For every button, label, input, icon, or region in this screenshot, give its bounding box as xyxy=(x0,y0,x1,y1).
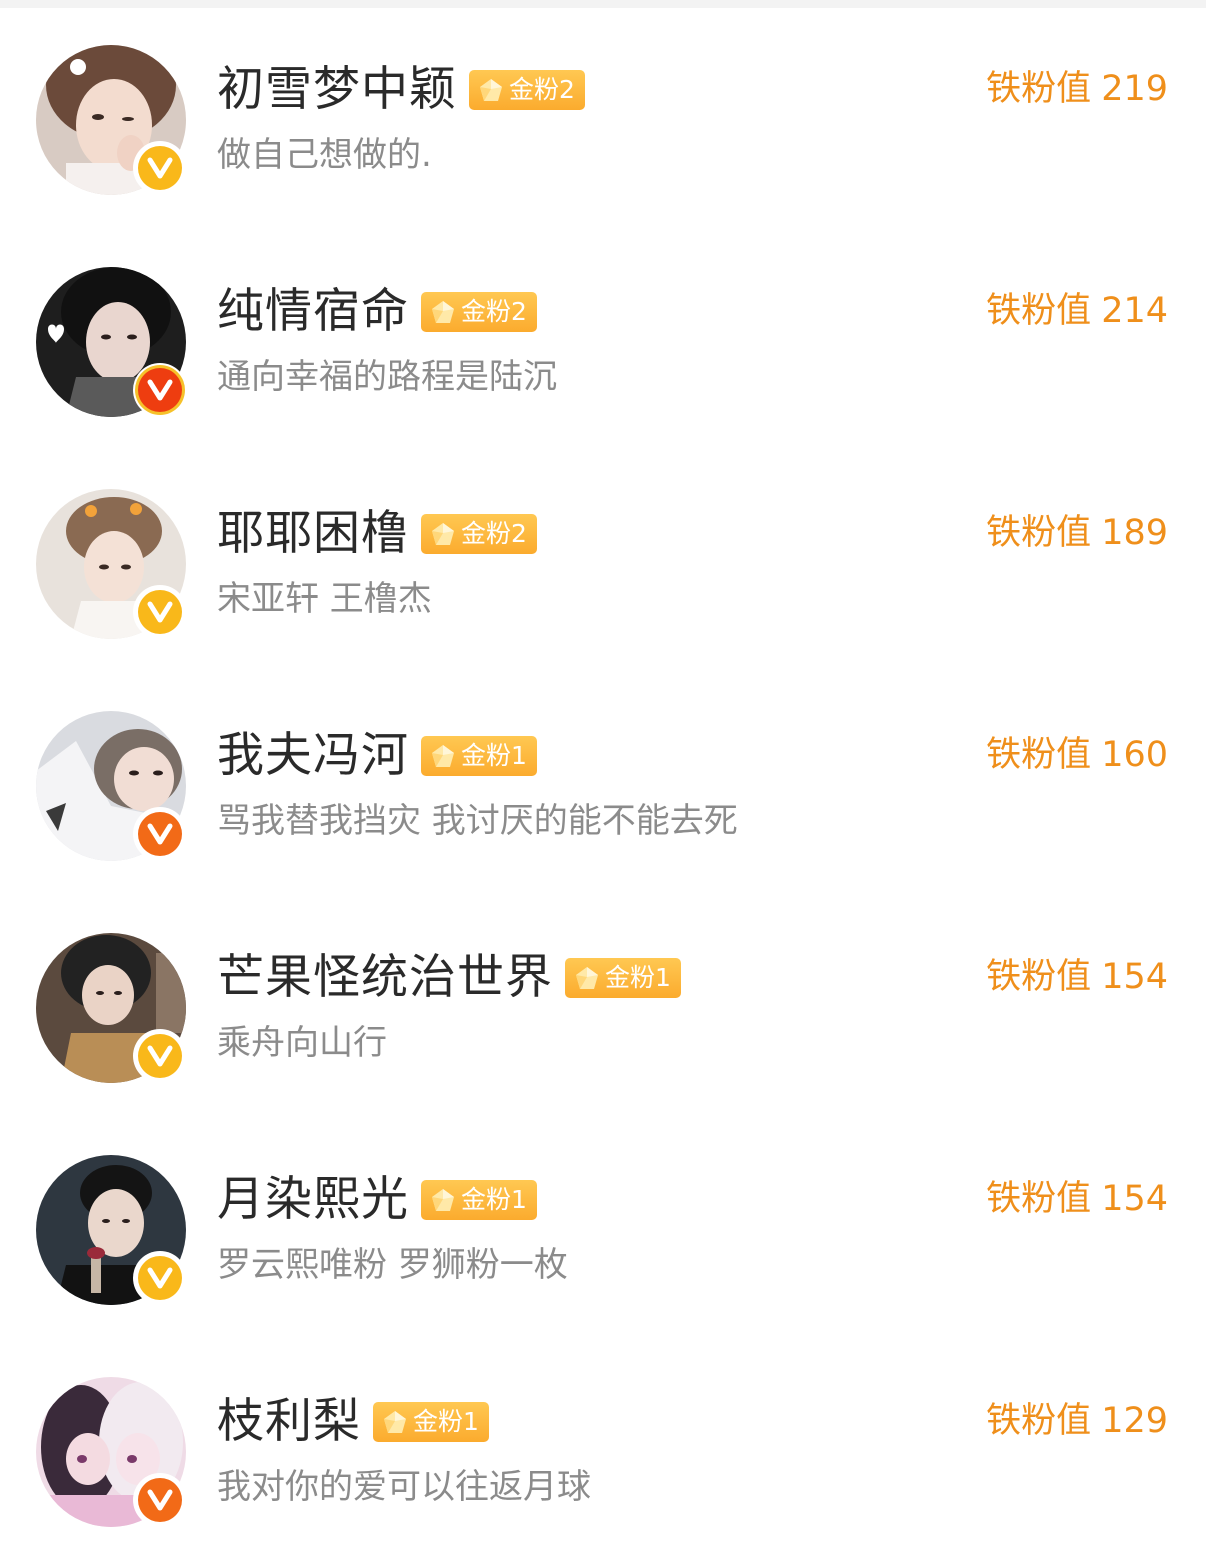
fan-value-number: 154 xyxy=(1101,957,1168,997)
gold-fan-badge: 金粉1 xyxy=(421,736,537,776)
v-verified-icon xyxy=(138,368,182,412)
fan-row[interactable]: 我夫冯河 金粉1 骂我替我挡灾 我讨厌的能不能去死 铁粉值 160 xyxy=(0,666,1206,888)
user-bio: 罗云熙唯粉 罗狮粉一枚 xyxy=(217,1245,568,1285)
fan-value-label: 铁粉值 xyxy=(986,513,1092,553)
fan-value-number: 219 xyxy=(1101,69,1168,109)
fan-value: 铁粉值 214 xyxy=(986,286,1168,336)
fan-row[interactable]: 月染熙光 金粉1 罗云熙唯粉 罗狮粉一枚 铁粉值 154 xyxy=(0,1110,1206,1332)
name-line: 初雪梦中颖 金粉2 xyxy=(217,60,585,120)
user-bio: 做自己想做的. xyxy=(217,135,432,175)
user-bio: 乘舟向山行 xyxy=(217,1023,387,1063)
gem-icon xyxy=(384,1411,406,1433)
gold-fan-badge: 金粉2 xyxy=(421,292,537,332)
v-verified-icon xyxy=(138,1478,182,1522)
badge-label: 金粉2 xyxy=(461,519,527,548)
gold-fan-badge: 金粉1 xyxy=(565,958,681,998)
user-name[interactable]: 月染熙光 xyxy=(217,1170,409,1230)
badge-label: 金粉2 xyxy=(509,75,575,104)
fan-row[interactable]: 耶耶困橹 金粉2 宋亚轩 王橹杰 铁粉值 189 xyxy=(0,444,1206,666)
user-name[interactable]: 耶耶困橹 xyxy=(217,504,409,564)
user-name[interactable]: 芒果怪统治世界 xyxy=(217,948,553,1008)
gem-icon xyxy=(432,1189,454,1211)
fan-value-label: 铁粉值 xyxy=(986,735,1092,775)
v-verified-icon xyxy=(138,146,182,190)
verified-badge xyxy=(133,1029,187,1083)
fan-row[interactable]: 初雪梦中颖 金粉2 做自己想做的. 铁粉值 219 xyxy=(0,0,1206,222)
fan-value: 铁粉值 189 xyxy=(986,508,1168,558)
gem-icon xyxy=(432,523,454,545)
badge-label: 金粉1 xyxy=(605,963,671,992)
name-line: 月染熙光 金粉1 xyxy=(217,1170,537,1230)
fan-value-number: 189 xyxy=(1101,513,1168,553)
name-line: 纯情宿命 金粉2 xyxy=(217,282,537,342)
v-verified-icon xyxy=(138,1034,182,1078)
name-line: 耶耶困橹 金粉2 xyxy=(217,504,537,564)
fan-value: 铁粉值 154 xyxy=(986,1174,1168,1224)
verified-badge xyxy=(133,1473,187,1527)
fan-value-label: 铁粉值 xyxy=(986,957,1092,997)
fan-value: 铁粉值 219 xyxy=(986,64,1168,114)
badge-label: 金粉1 xyxy=(413,1407,479,1436)
gold-fan-badge: 金粉1 xyxy=(421,1180,537,1220)
name-line: 枝利梨 金粉1 xyxy=(217,1392,489,1452)
fan-list: 初雪梦中颖 金粉2 做自己想做的. 铁粉值 219 纯情宿命 金粉2 通向幸福的… xyxy=(0,0,1206,1567)
badge-label: 金粉2 xyxy=(461,297,527,326)
user-name[interactable]: 纯情宿命 xyxy=(217,282,409,342)
v-verified-icon xyxy=(138,1256,182,1300)
verified-badge xyxy=(133,807,187,861)
user-bio: 我对你的爱可以往返月球 xyxy=(217,1467,591,1507)
fan-value-label: 铁粉值 xyxy=(986,69,1092,109)
name-line: 我夫冯河 金粉1 xyxy=(217,726,537,786)
verified-badge xyxy=(133,585,187,639)
fan-value-number: 160 xyxy=(1101,735,1168,775)
fan-value: 铁粉值 154 xyxy=(986,952,1168,1002)
fan-value-label: 铁粉值 xyxy=(986,1179,1092,1219)
user-name[interactable]: 我夫冯河 xyxy=(217,726,409,786)
fan-value-label: 铁粉值 xyxy=(986,291,1092,331)
fan-row[interactable]: 枝利梨 金粉1 我对你的爱可以往返月球 铁粉值 129 xyxy=(0,1332,1206,1554)
gold-fan-badge: 金粉1 xyxy=(373,1402,489,1442)
fan-value-number: 129 xyxy=(1101,1401,1168,1441)
gem-icon xyxy=(432,301,454,323)
v-verified-icon xyxy=(138,812,182,856)
badge-label: 金粉1 xyxy=(461,1185,527,1214)
user-name[interactable]: 枝利梨 xyxy=(217,1392,361,1452)
gem-icon xyxy=(576,967,598,989)
fan-row[interactable]: 纯情宿命 金粉2 通向幸福的路程是陆沉 铁粉值 214 xyxy=(0,222,1206,444)
fan-value-number: 154 xyxy=(1101,1179,1168,1219)
user-bio: 骂我替我挡灾 我讨厌的能不能去死 xyxy=(217,801,738,841)
fan-row[interactable]: 芒果怪统治世界 金粉1 乘舟向山行 铁粉值 154 xyxy=(0,888,1206,1110)
verified-badge xyxy=(133,363,187,417)
fan-value-label: 铁粉值 xyxy=(986,1401,1092,1441)
v-verified-icon xyxy=(138,590,182,634)
user-name[interactable]: 初雪梦中颖 xyxy=(217,60,457,120)
fan-value: 铁粉值 129 xyxy=(986,1396,1168,1446)
gem-icon xyxy=(432,745,454,767)
name-line: 芒果怪统治世界 金粉1 xyxy=(217,948,681,1008)
gold-fan-badge: 金粉2 xyxy=(469,70,585,110)
user-bio: 通向幸福的路程是陆沉 xyxy=(217,357,557,397)
gold-fan-badge: 金粉2 xyxy=(421,514,537,554)
verified-badge xyxy=(133,141,187,195)
gem-icon xyxy=(480,79,502,101)
badge-label: 金粉1 xyxy=(461,741,527,770)
verified-badge xyxy=(133,1251,187,1305)
user-bio: 宋亚轩 王橹杰 xyxy=(217,579,432,619)
fan-value: 铁粉值 160 xyxy=(986,730,1168,780)
fan-value-number: 214 xyxy=(1101,291,1168,331)
